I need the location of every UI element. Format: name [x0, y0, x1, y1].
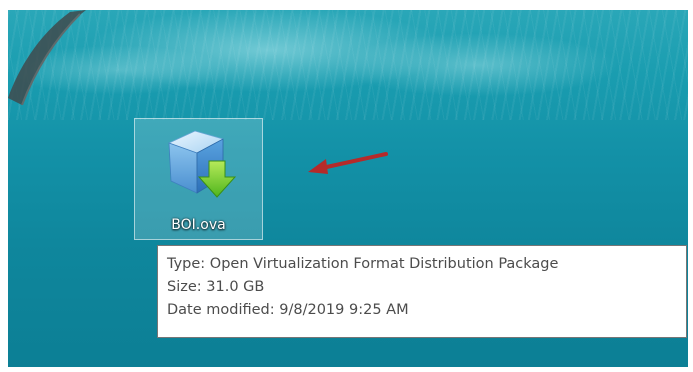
ova-package-download-icon [167, 130, 237, 198]
desktop-file-icon-boi-ova[interactable]: BOI.ova [134, 118, 263, 240]
tooltip-size: Size: 31.0 GB [167, 279, 265, 295]
file-info-tooltip: Type: Open Virtualization Format Distrib… [157, 245, 687, 338]
red-annotation-arrow-icon [308, 152, 388, 174]
water-surface-texture [8, 10, 688, 120]
desktop-icon-label: BOI.ova [171, 217, 226, 233]
leaf-decoration [8, 10, 86, 105]
tooltip-type: Type: Open Virtualization Format Distrib… [167, 256, 559, 272]
tooltip-date-modified: Date modified: 9/8/2019 9:25 AM [167, 302, 409, 318]
